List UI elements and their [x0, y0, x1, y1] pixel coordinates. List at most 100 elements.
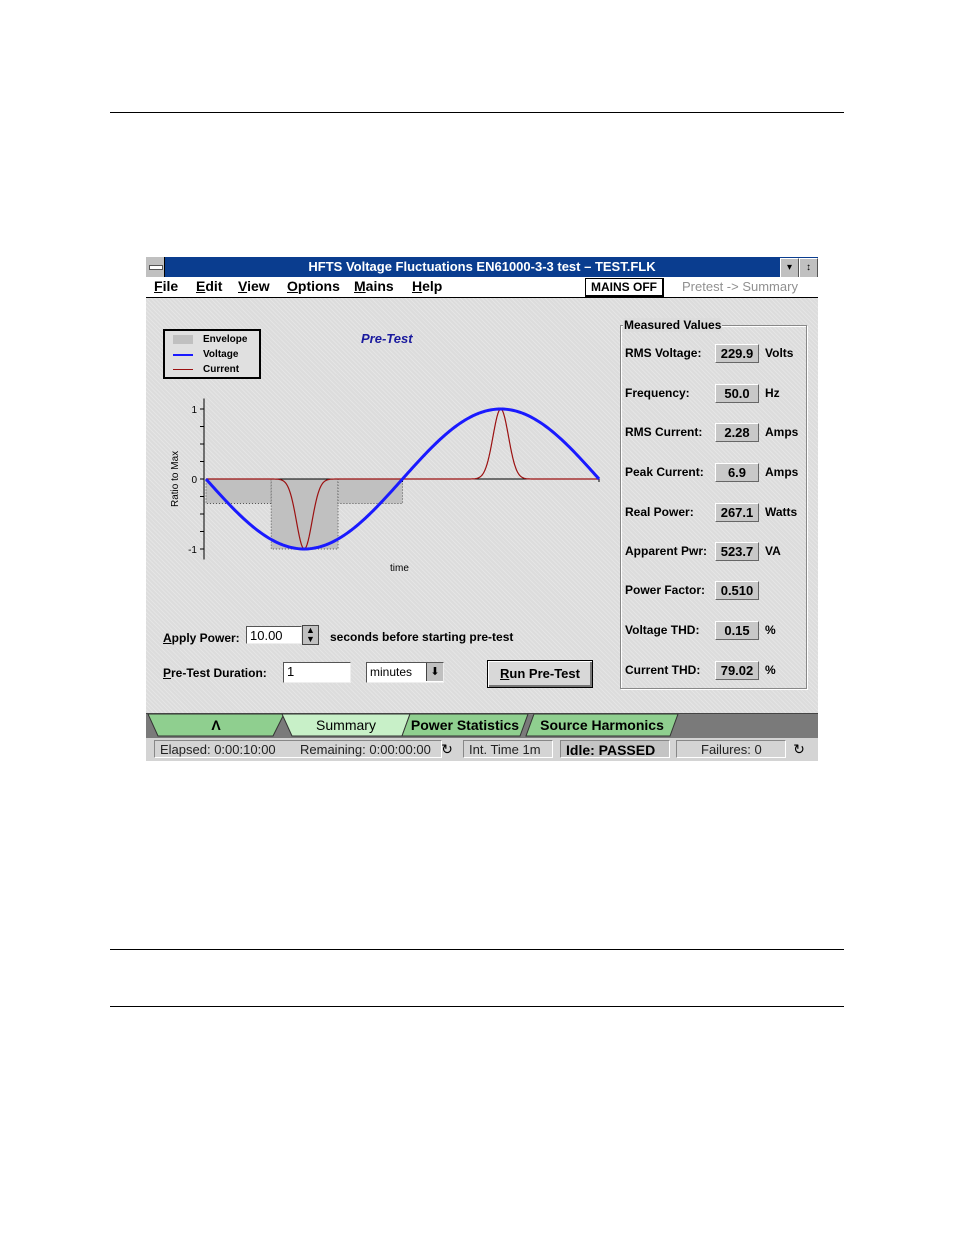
system-menu-icon[interactable] — [146, 257, 165, 277]
run-pretest-button[interactable]: Run Pre-Test — [487, 660, 593, 688]
menu-view-label: iew — [247, 278, 270, 294]
dropdown-arrow-icon[interactable]: ⬇ — [426, 663, 443, 681]
measured-label: Frequency: — [625, 386, 690, 400]
measured-unit: Amps — [765, 465, 799, 479]
menu-options[interactable]: Options — [287, 278, 340, 294]
envelope-swatch — [173, 335, 193, 344]
measured-unit: % — [765, 663, 776, 677]
menu-edit-mnemonic: E — [196, 278, 206, 294]
legend-entry-voltage: Voltage — [165, 348, 259, 362]
menu-help[interactable]: Help — [412, 278, 442, 294]
measured-row: Power Factor: 0.510 — [625, 581, 805, 601]
window-title: HFTS Voltage Fluctuations EN61000-3-3 te… — [308, 259, 656, 274]
apply-power-label: Apply Power: — [163, 631, 240, 645]
menu-mains[interactable]: Mains — [354, 278, 394, 294]
measured-value: 0.15 — [715, 621, 759, 640]
apply-power-input[interactable]: 10.00 — [246, 626, 302, 644]
measured-unit: Amps — [765, 425, 799, 439]
measured-row: Current THD: 79.02% — [625, 661, 805, 681]
menu-mains-label: ains — [365, 278, 394, 294]
measured-label: Current THD: — [625, 663, 701, 677]
bottom-rule-1 — [110, 949, 844, 950]
apply-power-spinner[interactable]: ▲ ▼ — [302, 625, 319, 645]
measured-row: RMS Current: 2.28 Amps — [625, 423, 805, 443]
tab-label: Source Harmonics — [540, 717, 664, 733]
mains-status-indicator[interactable]: MAINS OFF — [585, 278, 664, 297]
refresh-time-icon[interactable]: ↻ — [440, 741, 454, 757]
measured-row: RMS Voltage: 229.9 Volts — [625, 344, 805, 364]
apply-power-mnemonic: A — [163, 631, 172, 645]
tab-waveform[interactable]: Λ — [146, 714, 286, 737]
menu-edit[interactable]: Edit — [196, 278, 222, 294]
restore-icon[interactable]: ↕ — [799, 258, 818, 278]
tab-label: Power Statistics — [410, 717, 520, 733]
duration-unit-value: minutes — [370, 665, 413, 679]
spin-down-icon[interactable]: ▼ — [303, 635, 318, 644]
measured-label: RMS Current: — [625, 425, 703, 439]
tab-power-statistics[interactable]: Power Statistics — [400, 714, 530, 737]
waveform-plot: 1 0 -1 Ratio to Max time — [170, 398, 601, 574]
title-bar: HFTS Voltage Fluctuations EN61000-3-3 te… — [146, 257, 818, 278]
y-tick-label: -1 — [188, 545, 197, 556]
legend-label: Envelope — [203, 334, 248, 345]
tab-label: Summary — [316, 717, 376, 733]
menu-options-label: ptions — [297, 278, 340, 294]
int-time-cell: Int. Time 1m — [463, 740, 553, 758]
menu-view[interactable]: View — [238, 278, 270, 294]
menu-file[interactable]: File — [154, 278, 178, 294]
menu-mains-mnemonic: M — [354, 278, 366, 294]
measured-value: 6.9 — [715, 463, 759, 482]
elapsed-time: Elapsed: 0:00:10:00 — [160, 742, 276, 757]
plot-legend: Envelope Voltage Current — [163, 329, 261, 379]
bottom-rule-2 — [110, 1006, 844, 1007]
measured-unit: Watts — [765, 505, 798, 519]
pretest-duration-mnemonic: P — [163, 666, 172, 680]
legend-entry-current: Current — [165, 363, 259, 377]
measured-label: Power Factor: — [625, 583, 706, 597]
menu-file-mnemonic: F — [154, 278, 163, 294]
measured-value: 267.1 — [715, 503, 759, 522]
x-axis-label: time — [390, 563, 409, 574]
apply-power-suffix: seconds before starting pre-test — [330, 630, 514, 644]
measured-row: Peak Current: 6.9 Amps — [625, 463, 805, 483]
measured-value: 523.7 — [715, 542, 759, 561]
menu-edit-label: dit — [205, 278, 223, 294]
voltage-swatch — [173, 354, 193, 356]
measured-value: 79.02 — [715, 661, 759, 680]
measured-unit: Volts — [765, 346, 794, 360]
refresh-failures-icon[interactable]: ↻ — [792, 741, 806, 757]
tab-strip: Λ Summary Power Statistics Source Harmon… — [146, 713, 818, 739]
measured-row: Voltage THD: 0.15% — [625, 621, 805, 641]
y-tick-label: 0 — [191, 475, 197, 486]
measured-label: Voltage THD: — [625, 623, 700, 637]
y-tick-label: 1 — [191, 405, 197, 416]
y-axis-label: Ratio to Max — [170, 451, 181, 507]
run-pretest-mnemonic: R — [500, 666, 510, 681]
legend-label: Voltage — [203, 349, 239, 360]
pretest-duration-label: Pre-Test Duration: — [163, 666, 267, 680]
tab-source-harmonics[interactable]: Source Harmonics — [524, 714, 680, 737]
test-state-cell: Idle: PASSED — [560, 740, 670, 758]
measured-value: 229.9 — [715, 344, 759, 363]
tab-label: Λ — [211, 717, 221, 733]
measured-value: 2.28 — [715, 423, 759, 442]
measured-label: Peak Current: — [625, 465, 704, 479]
minimize-icon[interactable]: ▾ — [780, 258, 799, 278]
measured-row: Real Power: 267.1 Watts — [625, 503, 805, 523]
duration-unit-select[interactable]: minutes ⬇ — [366, 662, 444, 683]
legend-label: Current — [203, 364, 240, 375]
measured-label: Real Power: — [625, 505, 694, 519]
envelope-step-1 — [270, 478, 339, 550]
menu-file-label: ile — [162, 278, 179, 294]
pretest-duration-input[interactable]: 1 — [283, 662, 351, 683]
menu-help-label: elp — [422, 278, 443, 294]
measured-values-title: Measured Values — [623, 318, 723, 332]
current-swatch — [173, 369, 193, 370]
top-rule — [110, 112, 844, 113]
tab-summary[interactable]: Summary — [280, 714, 412, 737]
measured-value: 50.0 — [715, 384, 759, 403]
measured-values-group: Measured Values RMS Voltage: 229.9 Volts Fr… — [620, 318, 807, 689]
measured-value: 0.510 — [715, 581, 759, 600]
plot-title: Pre-Test — [361, 331, 413, 346]
measured-label: Apparent Pwr: — [625, 544, 708, 558]
